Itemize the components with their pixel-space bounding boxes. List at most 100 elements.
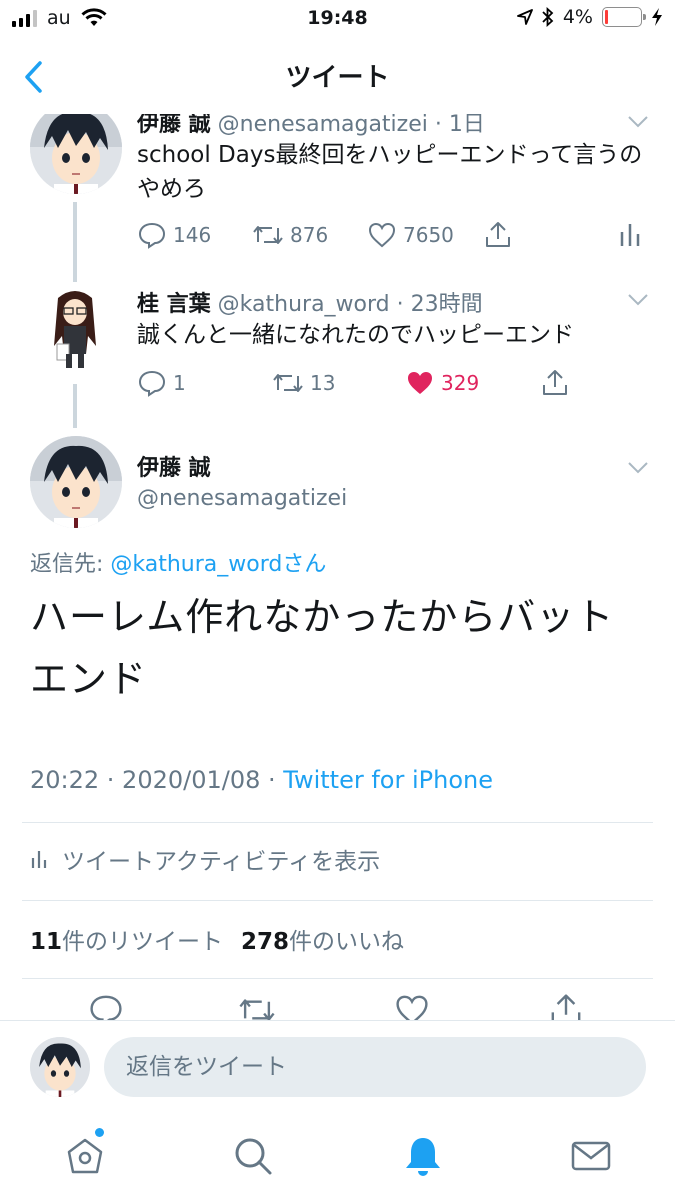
status-bar: au 19:48 4% (0, 0, 675, 40)
home-icon (67, 1138, 103, 1174)
tweet-thread: 伊藤 誠 @nenesamagatizei · 1日 school Days最終… (0, 114, 675, 1020)
tweet-meta: 20:22 · 2020/01/08 · Twitter for iPhone (30, 766, 493, 794)
charging-bolt-icon (652, 8, 662, 26)
battery-percent: 4% (562, 6, 593, 28)
share-button[interactable] (548, 992, 584, 1020)
retweet-icon (239, 999, 275, 1020)
tweet-text: school Days最終回をハッピーエンドって言うのやめろ (137, 142, 643, 202)
user-handle[interactable]: @kathura_word (218, 292, 390, 317)
bluetooth-icon (542, 7, 554, 27)
tweet-activity-label: ツイートアクティビティを表示 (62, 849, 381, 875)
retweet-total: 11 (30, 929, 63, 955)
retweet-total-label: 件のリツイート (62, 929, 224, 955)
reply-icon (138, 222, 166, 249)
battery-level (605, 10, 608, 24)
heart-icon (396, 995, 428, 1020)
analytics-button[interactable] (618, 220, 642, 250)
divider (22, 978, 653, 979)
status-right: 4% (516, 6, 663, 28)
display-name[interactable]: 桂 言葉 (137, 292, 211, 317)
retweet-count: 13 (310, 371, 336, 395)
location-arrow-icon (516, 9, 533, 25)
reply-input[interactable] (104, 1037, 646, 1097)
engagement-counts: 11件のリツイート 278件のいいね (30, 922, 404, 956)
reply-count: 1 (173, 371, 186, 395)
reply-context: 返信先: @kathura_wordさん (30, 546, 326, 578)
search-icon (235, 1138, 272, 1175)
home-unread-dot (95, 1128, 104, 1137)
user-handle[interactable]: @nenesamagatizei (218, 114, 428, 137)
like-button[interactable]: 329 (405, 368, 479, 398)
tweet-timestamp: 20:22 · 2020/01/08 · (30, 766, 284, 794)
divider (22, 900, 653, 901)
thread-connector (73, 202, 77, 282)
retweet-icon (273, 374, 303, 392)
retweet-button[interactable]: 13 (272, 368, 335, 398)
tab-bar (0, 1110, 675, 1200)
retweet-stats-link[interactable]: 11件のリツイート (30, 922, 223, 956)
reply-mention: @kathura_word (110, 552, 283, 577)
share-icon (486, 222, 510, 247)
tab-home[interactable] (63, 1134, 107, 1178)
tweet-time-separator: · (396, 292, 404, 317)
tweet-activity-link[interactable]: ツイートアクティビティを表示 (30, 842, 380, 876)
tweet-header: 桂 言葉 @kathura_word · 23時間 (137, 286, 483, 318)
share-icon (551, 994, 581, 1020)
messages-icon (571, 1141, 611, 1171)
reply-suffix: さん (282, 552, 327, 577)
like-button[interactable] (394, 992, 430, 1020)
like-button[interactable]: 7650 (367, 220, 454, 250)
tab-messages[interactable] (569, 1134, 613, 1178)
divider (22, 822, 653, 823)
reply-count: 146 (173, 223, 212, 247)
thread-connector (73, 384, 77, 428)
like-total-label: 件のいいね (289, 929, 405, 955)
heart-icon (368, 222, 396, 248)
share-button[interactable] (483, 220, 513, 250)
reply-icon (90, 995, 122, 1020)
like-count: 7650 (403, 223, 454, 247)
display-name[interactable]: 伊藤 誠 (137, 450, 211, 482)
heart-filled-icon (408, 372, 432, 394)
retweet-count: 876 (290, 223, 329, 247)
tweet-time-separator: · (434, 114, 442, 137)
reply-button[interactable]: 146 (137, 220, 211, 250)
like-stats-link[interactable]: 278件のいいね (241, 922, 404, 956)
notifications-icon (406, 1138, 440, 1176)
tweet-header: 伊藤 誠 @nenesamagatizei · 1日 (137, 114, 485, 138)
tweet-detail-screen: au 19:48 4% ツイート 伊藤 誠 @nenesamagatizei ·… (0, 0, 675, 1200)
reply-bar (0, 1020, 675, 1110)
tweet-source-link[interactable]: Twitter for iPhone (283, 766, 493, 794)
share-button[interactable] (540, 368, 570, 398)
reply-button[interactable] (88, 992, 124, 1020)
chevron-down-icon[interactable] (626, 292, 650, 308)
avatar[interactable] (30, 114, 122, 194)
avatar[interactable] (30, 436, 122, 528)
share-icon (543, 370, 567, 395)
tweet-time: 23時間 (410, 292, 483, 317)
reply-icon (138, 370, 166, 397)
analytics-icon (620, 224, 640, 246)
reply-prefix: 返信先: (30, 552, 111, 577)
like-count: 329 (441, 371, 480, 395)
retweet-button[interactable] (238, 992, 276, 1020)
user-handle[interactable]: @nenesamagatizei (137, 486, 347, 511)
page-title: ツイート (285, 63, 390, 93)
avatar[interactable] (40, 284, 110, 374)
main-tweet-text: ハーレム作れなかったからバットエンド (30, 595, 615, 701)
retweet-button[interactable]: 876 (252, 220, 328, 250)
reply-button[interactable]: 1 (137, 368, 186, 398)
tab-search[interactable] (231, 1134, 275, 1178)
like-total: 278 (241, 929, 290, 955)
tweet-text: 誠くんと一緒になれたのでハッピーエンド (137, 322, 574, 348)
current-user-avatar (30, 1037, 90, 1097)
chevron-down-icon[interactable] (626, 114, 650, 130)
tab-notifications[interactable] (401, 1134, 445, 1178)
display-name[interactable]: 伊藤 誠 (137, 114, 211, 137)
chevron-down-icon[interactable] (626, 460, 650, 476)
navigation-bar: ツイート (0, 40, 675, 114)
tweet-time: 1日 (448, 114, 485, 137)
battery-icon (602, 7, 646, 27)
reply-mention-link[interactable]: @kathura_wordさん (110, 552, 326, 577)
retweet-icon (253, 226, 283, 244)
